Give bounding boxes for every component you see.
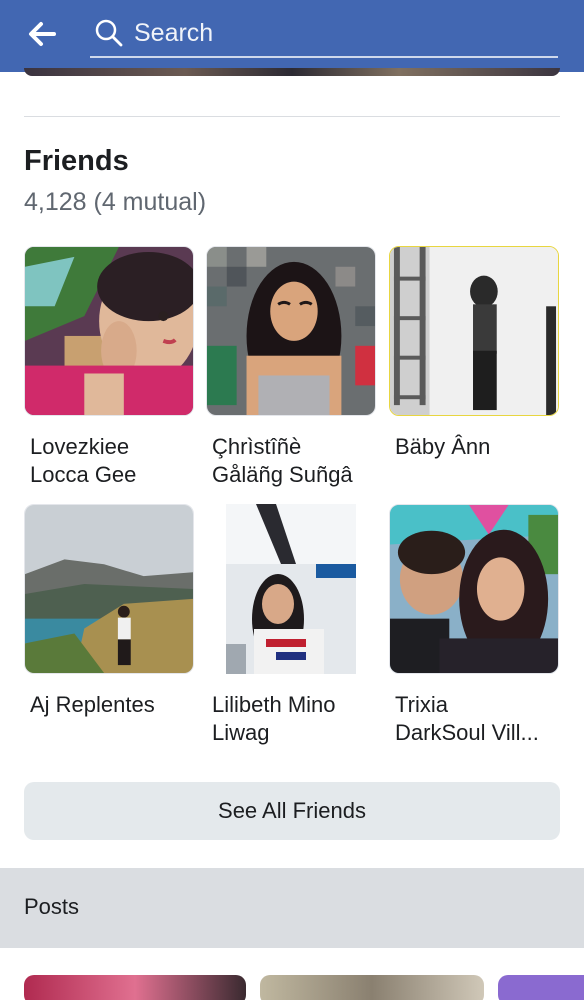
search-bar[interactable] [90, 8, 558, 58]
friend-name[interactable]: Çhrìstîñè [206, 433, 378, 461]
post-thumbnail[interactable] [498, 975, 584, 1000]
friend-card[interactable]: Trixia DarkSoul Vill... [389, 504, 561, 747]
posts-section-header: Posts [0, 868, 584, 948]
friend-card[interactable]: Aj Replentes [24, 504, 196, 719]
post-thumbnail[interactable] [24, 975, 246, 1000]
friend-photo[interactable] [24, 504, 194, 674]
back-button[interactable] [22, 14, 62, 54]
friend-name[interactable]: Gåläñg Suñgâ [206, 461, 378, 489]
friend-name[interactable]: DarkSoul Vill... [389, 719, 561, 747]
top-bar [0, 0, 584, 72]
friend-card[interactable]: Lovezkiee Locca Gee [24, 246, 196, 489]
friends-count: 4,128 (4 mutual) [24, 188, 207, 216]
friend-photo[interactable] [24, 246, 194, 416]
friend-card[interactable]: Çhrìstîñè Gåläñg Suñgâ [206, 246, 378, 489]
search-icon [95, 19, 123, 47]
friend-photo[interactable] [206, 504, 376, 674]
friend-name[interactable]: Lilibeth Mino [206, 691, 378, 719]
friend-photo[interactable] [389, 504, 559, 674]
cover-photo-strip [24, 68, 560, 76]
posts-label: Posts [24, 894, 80, 919]
friend-name[interactable]: Lovezkiee [24, 433, 196, 461]
friend-name[interactable]: Locca Gee [24, 461, 196, 489]
friend-name[interactable]: Liwag [206, 719, 378, 747]
friends-title: Friends [24, 145, 129, 177]
friend-name[interactable]: Trixia [389, 691, 561, 719]
back-arrow-icon [29, 22, 56, 46]
friend-photo[interactable] [389, 246, 559, 416]
friend-name[interactable]: Bäby Ânn [389, 433, 561, 461]
friend-card[interactable]: Bäby Ânn [389, 246, 561, 461]
divider [24, 116, 560, 117]
search-input[interactable] [134, 14, 544, 52]
see-all-friends-button[interactable]: See All Friends [24, 782, 560, 840]
friend-photo[interactable] [206, 246, 376, 416]
friend-name[interactable]: Aj Replentes [24, 691, 196, 719]
post-thumbnail[interactable] [260, 975, 484, 1000]
friend-card[interactable]: Lilibeth Mino Liwag [206, 504, 378, 747]
